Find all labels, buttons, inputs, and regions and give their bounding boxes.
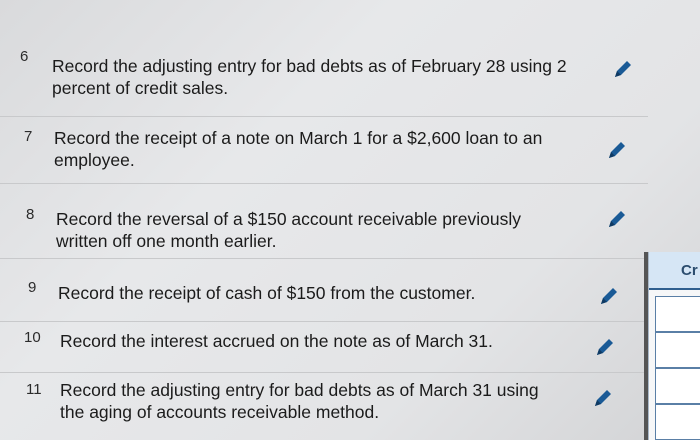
entry-number: 11 xyxy=(26,381,42,398)
credit-input[interactable] xyxy=(655,404,700,440)
credit-input[interactable] xyxy=(655,332,700,368)
list-item: 9 Record the receipt of cash of $150 fro… xyxy=(0,259,648,322)
credit-header-label: Cr xyxy=(681,262,698,279)
credit-input[interactable] xyxy=(655,296,700,332)
pencil-icon[interactable] xyxy=(592,334,618,360)
list-item: 7 Record the receipt of a note on March … xyxy=(0,117,648,184)
list-item: 8 Record the reversal of a $150 account … xyxy=(0,184,648,259)
entry-description: Record the reversal of a $150 account re… xyxy=(56,209,521,251)
list-item: 10 Record the interest accrued on the no… xyxy=(0,322,648,373)
entry-number: 8 xyxy=(26,206,35,223)
credit-input[interactable] xyxy=(655,368,700,404)
entry-number: 7 xyxy=(24,128,33,145)
list-item: 11 Record the adjusting entry for bad de… xyxy=(0,373,648,440)
pencil-icon[interactable] xyxy=(610,56,636,82)
entry-number: 6 xyxy=(20,48,29,65)
credit-column-header: Cr xyxy=(649,252,700,290)
pencil-icon[interactable] xyxy=(590,385,616,411)
entry-description: Record the adjusting entry for bad debts… xyxy=(60,380,539,422)
journal-panel: Cr xyxy=(648,252,700,440)
entry-description: Record the adjusting entry for bad debts… xyxy=(52,56,567,98)
entry-number: 10 xyxy=(24,329,41,346)
entry-description: Record the interest accrued on the note … xyxy=(60,331,493,351)
transaction-list: 6 Record the adjusting entry for bad deb… xyxy=(0,0,670,440)
list-item: 6 Record the adjusting entry for bad deb… xyxy=(0,0,648,117)
entry-description: Record the receipt of cash of $150 from … xyxy=(58,283,476,303)
entry-description: Record the receipt of a note on March 1 … xyxy=(54,128,543,170)
entry-number: 9 xyxy=(28,279,37,296)
pencil-icon[interactable] xyxy=(604,206,630,232)
pencil-icon[interactable] xyxy=(604,137,630,163)
pencil-icon[interactable] xyxy=(596,283,622,309)
